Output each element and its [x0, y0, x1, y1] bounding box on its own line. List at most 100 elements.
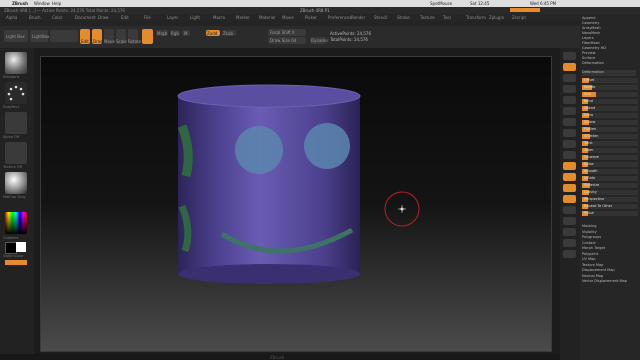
menu-layer[interactable]: Layer [167, 15, 178, 20]
shelf-move-button[interactable] [563, 173, 576, 181]
switch-color-label[interactable]: SwitchColor [3, 254, 24, 258]
tray-item[interactable]: Deformation [582, 61, 636, 67]
tray-slider[interactable]: Noise [582, 162, 638, 167]
live-boolean-button[interactable] [50, 30, 78, 42]
menu-alpha[interactable]: Alpha [6, 15, 17, 20]
shelf-lsym-button[interactable] [563, 151, 576, 159]
menu-preferences[interactable]: Preferences [328, 15, 352, 20]
cylinder-mesh[interactable] [177, 84, 361, 284]
scale-button[interactable]: Scale [116, 29, 127, 44]
tray-slider[interactable]: Offset [582, 78, 638, 83]
shelf-actual-button[interactable] [563, 96, 576, 104]
menu-color[interactable]: Color [52, 15, 62, 20]
shelf-aahalf-button[interactable] [563, 107, 576, 115]
shelf-polyf-button[interactable] [563, 206, 576, 214]
tray-slider[interactable]: Repeat To Other [582, 204, 638, 209]
material-selector[interactable] [5, 172, 27, 194]
menu-stencil[interactable]: Stencil [374, 15, 388, 20]
zsub-button[interactable]: Zsub [222, 30, 236, 36]
stroke-selector[interactable] [5, 82, 27, 104]
tray-slider[interactable]: Polish [582, 211, 638, 216]
tray-slider[interactable]: Spherize [582, 183, 638, 188]
shelf-scale-button[interactable] [563, 184, 576, 192]
brush-selector[interactable] [5, 52, 27, 74]
menu-zscript[interactable]: Zscript [512, 15, 526, 20]
shelf-persp-button[interactable] [563, 118, 576, 126]
tray-item[interactable]: Vector Displacement Map [582, 279, 636, 285]
mac-clock[interactable]: Wed 6:45 PM [530, 1, 556, 6]
mac-menu-window[interactable]: Window [34, 1, 50, 6]
rgb-button[interactable]: Rgb [170, 30, 180, 36]
edit-button[interactable]: Edit [80, 29, 90, 44]
mac-app-name[interactable]: ZBrush [12, 1, 28, 6]
mac-menu-help[interactable]: Help [52, 1, 61, 6]
shelf-solo-button[interactable] [563, 239, 576, 247]
mrgb-button[interactable]: Mrgb [156, 30, 168, 36]
menu-light[interactable]: Light [190, 15, 200, 20]
draw-button[interactable]: Draw [92, 29, 103, 44]
alternate-button[interactable] [5, 260, 27, 265]
tray-slider[interactable]: SFlatten [582, 134, 638, 139]
menu-document[interactable]: Document [75, 15, 96, 20]
quicksave-button[interactable] [510, 8, 540, 12]
menu-macro[interactable]: Macro [213, 15, 225, 20]
menu-brush[interactable]: Brush [29, 15, 41, 20]
shelf-zoom-button[interactable] [563, 85, 576, 93]
menu-zplugin[interactable]: Zplugin [489, 15, 504, 20]
tray-slider[interactable]: Skew [582, 113, 638, 118]
shelf-transp-button[interactable] [563, 217, 576, 225]
focal-shift-slider[interactable]: Focal Shift 0 [268, 29, 306, 36]
menu-picker[interactable]: Picker [305, 15, 317, 20]
tray-slider[interactable]: SSkew [582, 120, 638, 125]
tray-slider[interactable]: Inflate [582, 176, 638, 181]
menu-stroke[interactable]: Stroke [397, 15, 410, 20]
shelf-floor-button[interactable] [563, 129, 576, 137]
menu-movie[interactable]: Movie [282, 15, 294, 20]
shelf-spix-3-button[interactable] [563, 63, 576, 71]
menu-marker[interactable]: Marker [236, 15, 250, 20]
tray-slider[interactable]: Gravity [582, 190, 638, 195]
tray-slider[interactable]: Rotate [582, 85, 638, 90]
viewport-mesh[interactable] [40, 56, 552, 352]
draw-size-slider[interactable]: Draw Size 64 [268, 37, 306, 44]
material-button[interactable] [142, 29, 153, 44]
tray-slider[interactable]: Perspective [582, 197, 638, 202]
texture-selector[interactable] [5, 142, 27, 164]
shelf-local-button[interactable] [563, 140, 576, 148]
color-picker[interactable] [5, 212, 27, 234]
tray-slider[interactable]: Squeeze [582, 155, 638, 160]
menu-file[interactable]: File [144, 15, 151, 20]
dynamic-button[interactable]: Dynamic [310, 37, 329, 44]
move-button[interactable]: Move [104, 29, 115, 44]
menu-texture[interactable]: Texture [420, 15, 435, 20]
rotate-button[interactable]: Rotate [128, 29, 141, 44]
tray-slider[interactable]: Twist [582, 141, 638, 146]
tray-slider[interactable]: Bend [582, 99, 638, 104]
shelf-rotate-button[interactable] [563, 195, 576, 203]
m-button[interactable]: M [182, 30, 190, 36]
shelf-xpose-button[interactable] [563, 250, 576, 258]
menu-transform[interactable]: Transform [466, 15, 486, 20]
shelf-frame-button[interactable] [563, 162, 576, 170]
tray-slider[interactable]: Size [582, 92, 638, 97]
shelf-scroll-button[interactable] [563, 74, 576, 82]
lightbox-button[interactable]: Light Box [4, 30, 28, 42]
tray-slider[interactable]: Taper [582, 148, 638, 153]
menu-draw[interactable]: Draw [98, 15, 108, 20]
menu-render[interactable]: Render [351, 15, 365, 20]
tray-section-header[interactable]: Deformation [582, 70, 636, 76]
menu-edit[interactable]: Edit [121, 15, 129, 20]
menu-material[interactable]: Material [259, 15, 275, 20]
mac-status-item[interactable]: Sat 12:45 [470, 1, 489, 6]
shelf-bpr-button[interactable] [563, 52, 576, 60]
primary-color-swatch[interactable] [16, 242, 26, 252]
zadd-button[interactable]: Zadd [206, 30, 220, 36]
alpha-selector[interactable] [5, 112, 27, 134]
menu-tool[interactable]: Tool [443, 15, 451, 20]
mac-status-item[interactable]: SpotMouse [430, 1, 452, 6]
tray-slider[interactable]: Smooth [582, 169, 638, 174]
tray-slider[interactable]: SBend [582, 106, 638, 111]
tray-slider[interactable]: Flatten [582, 127, 638, 132]
shelf-ghost-button[interactable] [563, 228, 576, 236]
lightbox-brushes-button[interactable]: LightBox Brushes [30, 30, 67, 42]
